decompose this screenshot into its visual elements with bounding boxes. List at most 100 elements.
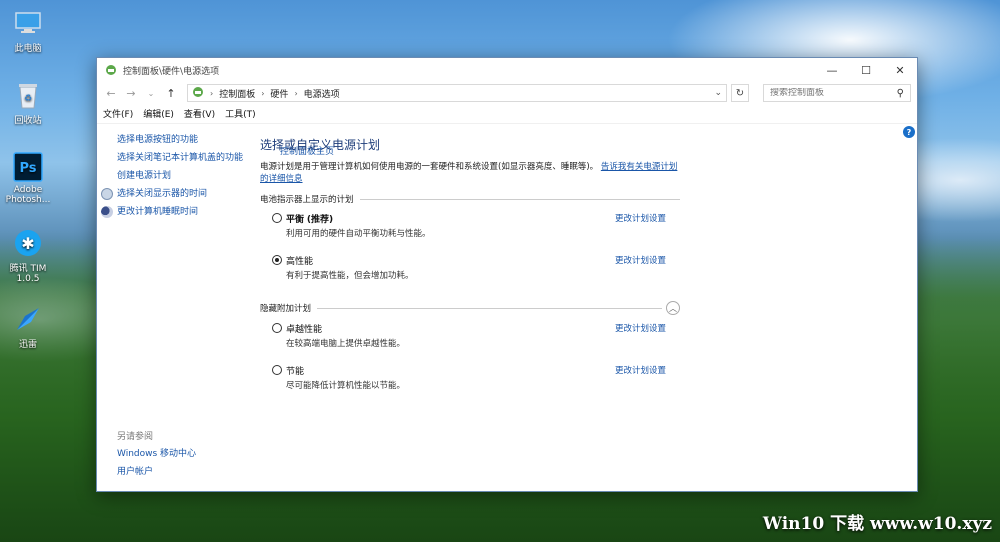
chevron-down-icon[interactable]: ⌄ <box>714 88 722 98</box>
minimize-button[interactable]: — <box>815 58 849 82</box>
title-bar[interactable]: 控制面板\硬件\电源选项 — ☐ ✕ <box>97 58 917 82</box>
photoshop-icon: Ps <box>13 152 43 182</box>
radio-ultimate-performance[interactable] <box>272 323 282 333</box>
radio-power-saver[interactable] <box>272 365 282 375</box>
chevron-right-icon[interactable]: › <box>261 89 264 98</box>
section-hidden-plans: 隐藏附加计划 ︿ <box>260 301 680 315</box>
control-panel-icon <box>105 64 117 76</box>
chevron-up-icon[interactable]: ︿ <box>666 301 680 315</box>
menu-tools[interactable]: 工具(T) <box>225 107 256 120</box>
maximize-icon: ☐ <box>861 63 871 77</box>
forward-button[interactable]: → <box>123 87 139 100</box>
breadcrumb-control-panel[interactable]: 控制面板 <box>219 87 255 100</box>
window-title: 控制面板\硬件\电源选项 <box>123 66 220 77</box>
section-title: 隐藏附加计划 <box>260 304 312 314</box>
plan-power-saver: 节能 尽可能降低计算机性能以节能。 更改计划设置 <box>260 363 680 405</box>
sidebar-link-power-button[interactable]: 选择电源按钮的功能 <box>117 134 247 147</box>
plan-name: 平衡 (推荐) <box>286 215 334 225</box>
sidebar-link-label: 选择关闭显示器的时间 <box>117 189 208 199</box>
desktop-icon-photoshop[interactable]: Ps Adobe Photosh... <box>0 152 56 205</box>
minimize-icon: — <box>826 63 838 77</box>
plan-description: 利用可用的硬件自动平衡功耗与性能。 <box>286 229 431 239</box>
plan-description: 尽可能降低计算机性能以节能。 <box>286 381 406 391</box>
breadcrumb-hardware[interactable]: 硬件 <box>270 87 288 100</box>
main-panel: 选择或自定义电源计划 电源计划是用于管理计算机如何使用电源的一套硬件和系统设置(… <box>260 136 680 405</box>
page-description: 电源计划是用于管理计算机如何使用电源的一套硬件和系统设置(如显示器亮度、睡眠等)… <box>260 161 680 185</box>
section-title: 电池指示器上显示的计划 <box>260 195 354 205</box>
plan-balanced: 平衡 (推荐) 利用可用的硬件自动平衡功耗与性能。 更改计划设置 <box>260 211 680 253</box>
up-button[interactable]: ↑ <box>163 87 179 100</box>
chevron-right-icon: › <box>210 88 214 98</box>
sidebar-link-create-plan[interactable]: 创建电源计划 <box>117 170 247 183</box>
close-icon: ✕ <box>895 63 905 77</box>
plan-name: 高性能 <box>286 257 314 267</box>
desktop-icon-label: Adobe Photosh... <box>5 185 51 205</box>
moon-icon <box>101 206 113 218</box>
see-also-mobility-center[interactable]: Windows 移动中心 <box>117 448 247 461</box>
svg-text:✱: ✱ <box>21 234 34 253</box>
plan-name: 卓越性能 <box>286 325 323 335</box>
menu-bar: 文件(F) 编辑(E) 查看(V) 工具(T) <box>97 104 917 124</box>
desktop-icon-label: 腾讯 TIM 1.0.5 <box>9 264 47 284</box>
page-title: 选择或自定义电源计划 <box>260 138 381 152</box>
svg-text:Ps: Ps <box>19 161 36 176</box>
tim-icon: ✱ <box>13 228 43 258</box>
plan-name: 节能 <box>286 367 305 377</box>
desktop-icon-label: 此电脑 <box>14 44 42 54</box>
sidebar-link-lid[interactable]: 选择关闭笔记本计算机盖的功能 <box>117 152 247 165</box>
monitor-shield-icon <box>101 188 113 200</box>
desktop-icon-this-pc[interactable]: 此电脑 <box>0 8 56 54</box>
radio-balanced[interactable] <box>272 213 282 223</box>
help-icon[interactable]: ? <box>903 126 915 138</box>
see-also-title: 另请参阅 <box>117 432 154 442</box>
chevron-right-icon[interactable]: › <box>294 89 297 98</box>
refresh-icon: ↻ <box>735 87 745 99</box>
maximize-button[interactable]: ☐ <box>849 58 883 82</box>
plan-description: 有利于提高性能，但会增加功耗。 <box>286 271 414 281</box>
control-panel-icon <box>192 86 204 101</box>
desktop-icon-xunlei[interactable]: 迅雷 <box>0 304 56 350</box>
breadcrumb-power-options[interactable]: 电源选项 <box>304 87 340 100</box>
section-shown-plans: 电池指示器上显示的计划 <box>260 193 680 205</box>
sidebar-link-label: 更改计算机睡眠时间 <box>117 207 199 217</box>
divider <box>317 307 662 309</box>
plan-description: 在较高端电脑上提供卓越性能。 <box>286 339 406 349</box>
computer-icon <box>13 8 43 38</box>
desktop-icon-recycle-bin[interactable]: ♻ 回收站 <box>0 80 56 126</box>
sidebar-link-display-off[interactable]: 选择关闭显示器的时间 <box>101 188 247 201</box>
back-button[interactable]: ← <box>103 87 119 100</box>
change-plan-settings-link[interactable]: 更改计划设置 <box>615 254 666 266</box>
radio-high-performance[interactable] <box>272 255 282 265</box>
xunlei-icon <box>13 304 43 334</box>
divider <box>359 198 680 200</box>
change-plan-settings-link[interactable]: 更改计划设置 <box>615 322 666 334</box>
menu-edit[interactable]: 编辑(E) <box>143 107 174 120</box>
svg-text:♻: ♻ <box>24 94 32 104</box>
address-bar[interactable]: › 控制面板 › 硬件 › 电源选项 ⌄ <box>187 84 727 102</box>
close-button[interactable]: ✕ <box>883 58 917 82</box>
recent-locations-button[interactable]: ⌄ <box>143 89 159 98</box>
change-plan-settings-link[interactable]: 更改计划设置 <box>615 364 666 376</box>
recycle-bin-icon: ♻ <box>13 80 43 110</box>
menu-file[interactable]: 文件(F) <box>103 107 133 120</box>
desktop-icon-label: 回收站 <box>14 116 42 126</box>
search-icon[interactable]: ⚲ <box>897 88 904 99</box>
watermark: Win10 下载 www.w10.xyz <box>762 514 992 534</box>
sidebar: 控制面板主页 选择电源按钮的功能 选择关闭笔记本计算机盖的功能 创建电源计划 选… <box>101 134 334 224</box>
plan-ultimate-performance: 卓越性能 在较高端电脑上提供卓越性能。 更改计划设置 <box>260 321 680 363</box>
power-options-window: 控制面板\硬件\电源选项 — ☐ ✕ ← → ⌄ ↑ › 控制面板 › 硬件 ›… <box>96 57 918 492</box>
description-text: 电源计划是用于管理计算机如何使用电源的一套硬件和系统设置(如显示器亮度、睡眠等)… <box>260 162 599 172</box>
content-area: ? 控制面板主页 选择电源按钮的功能 选择关闭笔记本计算机盖的功能 创建电源计划… <box>97 124 917 491</box>
desktop-icon-tim[interactable]: ✱ 腾讯 TIM 1.0.5 <box>0 228 56 284</box>
search-box[interactable]: ⚲ <box>763 84 911 102</box>
address-row: ← → ⌄ ↑ › 控制面板 › 硬件 › 电源选项 ⌄ ↻ ⚲ <box>97 82 917 104</box>
search-input[interactable] <box>770 88 897 98</box>
menu-view[interactable]: 查看(V) <box>184 107 215 120</box>
desktop-icon-label: 迅雷 <box>18 340 37 350</box>
see-also-user-accounts[interactable]: 用户帐户 <box>117 466 247 479</box>
see-also: 另请参阅 Windows 移动中心 用户帐户 <box>117 429 247 484</box>
plan-high-performance: 高性能 有利于提高性能，但会增加功耗。 更改计划设置 <box>260 253 680 295</box>
change-plan-settings-link[interactable]: 更改计划设置 <box>615 212 666 224</box>
refresh-button[interactable]: ↻ <box>731 84 749 102</box>
sidebar-link-sleep[interactable]: 更改计算机睡眠时间 <box>101 206 247 219</box>
